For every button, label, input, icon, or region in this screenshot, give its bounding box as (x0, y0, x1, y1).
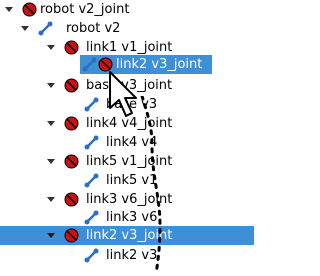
tree-item-label: robot v2 (66, 21, 121, 36)
link-icon (38, 21, 53, 36)
tree-item-label: robot v2_joint (40, 2, 130, 17)
link-icon (84, 248, 99, 263)
mouse-cursor-icon (109, 71, 137, 117)
joint-icon (64, 154, 79, 169)
tree-row[interactable]: link5 v1 (0, 171, 254, 190)
joint-icon (64, 40, 79, 55)
tree-row[interactable]: robot v2 (0, 19, 254, 38)
expand-arrow-icon[interactable] (46, 194, 56, 204)
link-icon (82, 57, 97, 72)
tree-row[interactable]: link5 v1_joint (0, 152, 254, 171)
expand-arrow-icon[interactable] (46, 80, 56, 90)
expand-arrow-icon[interactable] (46, 42, 56, 52)
link-icon (84, 173, 99, 188)
tree-row[interactable]: link3 v6_joint (0, 190, 254, 209)
expand-arrow-icon[interactable] (46, 118, 56, 128)
link-icon (84, 97, 99, 112)
robot-tree-view[interactable]: robot v2_joint robot v2 link1 v1_joint l… (0, 0, 254, 273)
link-icon (84, 135, 99, 150)
link-icon (84, 210, 99, 225)
joint-icon (64, 78, 79, 93)
expand-arrow-icon[interactable] (46, 230, 56, 240)
joint-icon (64, 116, 79, 131)
expand-arrow-icon[interactable] (46, 156, 56, 166)
joint-icon (64, 228, 79, 243)
expand-arrow-icon[interactable] (20, 23, 30, 33)
expand-arrow-icon[interactable] (4, 4, 14, 14)
joint-icon (22, 2, 37, 17)
tree-row[interactable]: link3 v6 (0, 208, 254, 227)
tree-row[interactable]: link2 v3 (0, 246, 254, 265)
tree-row[interactable]: robot v2_joint (0, 0, 254, 19)
tree-row[interactable]: link4 v4 (0, 133, 254, 152)
tree-row-selected[interactable]: link2 v3_joint (0, 226, 254, 245)
joint-icon (64, 192, 79, 207)
drag-path-indicator (140, 96, 162, 276)
